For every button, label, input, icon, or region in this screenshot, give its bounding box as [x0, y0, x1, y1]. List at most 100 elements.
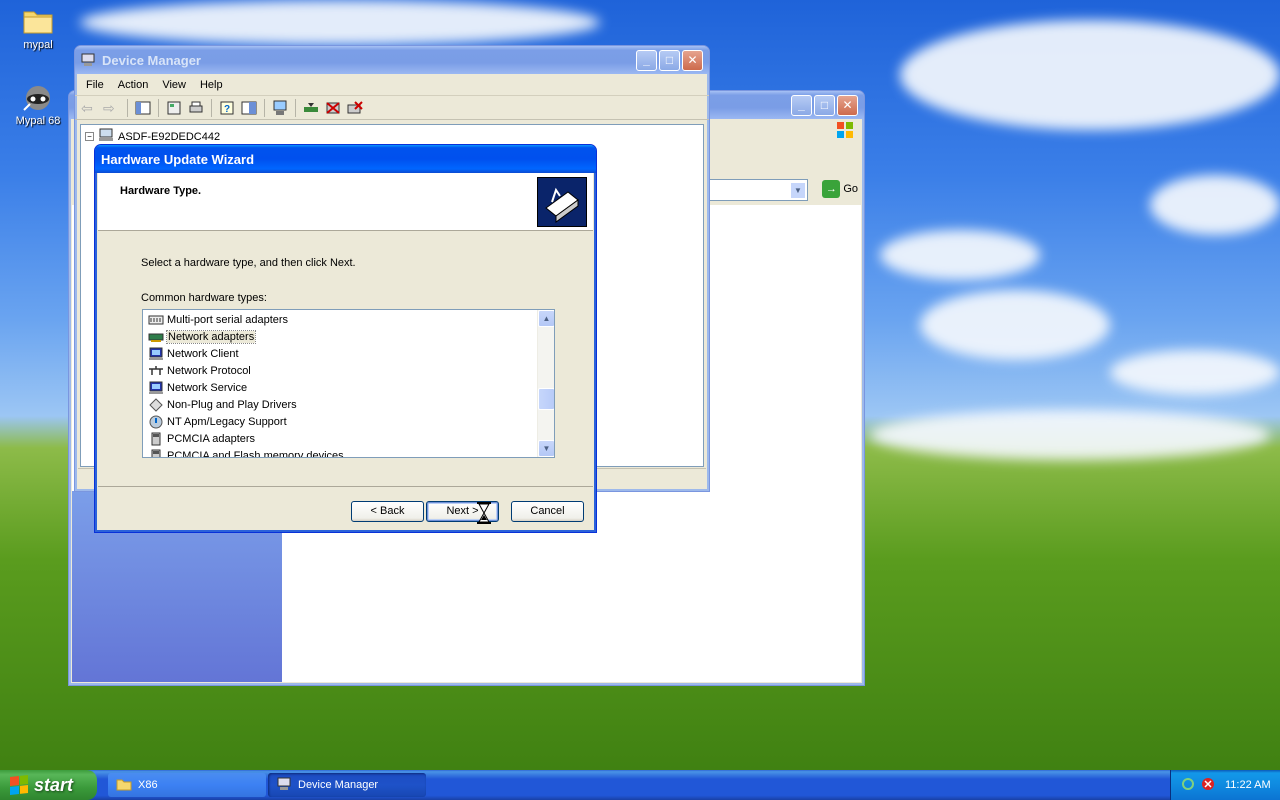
device-manager-icon — [276, 777, 292, 794]
folder-icon — [116, 777, 132, 794]
toolbar-separator — [264, 98, 265, 117]
cloud — [870, 410, 1270, 460]
desktop-icon-label: mypal — [23, 39, 53, 51]
list-item-nt-apm-legacy-support[interactable]: NT Apm/Legacy Support — [143, 413, 537, 430]
taskbar-item-device-manager[interactable]: Device Manager — [268, 773, 426, 797]
list-item-network-client[interactable]: Network Client — [143, 345, 537, 362]
raccoon-app-icon — [22, 82, 54, 112]
serial-port-icon — [148, 313, 164, 327]
scroll-up-arrow[interactable]: ▲ — [538, 310, 554, 327]
tree-root-node[interactable]: − ASDF-E92DEDC442 — [85, 128, 220, 145]
menu-bar: File Action View Help — [75, 74, 709, 96]
desktop-icon-mypal[interactable]: mypal — [8, 6, 68, 51]
svg-text:?: ? — [224, 104, 230, 115]
list-item-pcmcia-and-flash-memory-devices[interactable]: PCMCIA and Flash memory devices — [143, 447, 537, 457]
help-icon[interactable]: ? — [218, 99, 236, 117]
cloud — [920, 290, 1110, 360]
cloud — [900, 20, 1280, 130]
list-item-network-protocol[interactable]: Network Protocol — [143, 362, 537, 379]
wizard-heading: Hardware Type. — [120, 185, 202, 197]
list-item-network-service[interactable]: Network Service — [143, 379, 537, 396]
cancel-button[interactable]: Cancel — [511, 501, 584, 522]
taskbar: start X86 Device Manager 11:22 AM — [0, 770, 1280, 800]
tree-root-label: ASDF-E92DEDC442 — [118, 130, 221, 143]
hardware-update-wizard[interactable]: Hardware Update Wizard Hardware Type. Se… — [94, 144, 597, 533]
list-scrollbar[interactable]: ▲ ▼ — [537, 310, 554, 457]
hardware-wizard-logo-icon — [537, 177, 587, 227]
list-item-pcmcia-adapters[interactable]: PCMCIA adapters — [143, 430, 537, 447]
minimize-button[interactable]: _ — [791, 94, 812, 116]
back-arrow-icon[interactable]: ⇦ — [81, 99, 99, 117]
security-tray-icon[interactable] — [1201, 777, 1215, 794]
scan-hardware-icon[interactable] — [271, 99, 289, 117]
toolbar-separator — [127, 98, 128, 117]
uninstall-device-icon[interactable] — [346, 99, 364, 117]
hardware-types-label: Common hardware types: — [141, 292, 267, 304]
hourglass-cursor-icon — [477, 502, 491, 524]
update-driver-icon[interactable] — [302, 99, 320, 117]
menu-action[interactable]: Action — [111, 79, 156, 91]
maximize-button[interactable]: □ — [814, 94, 835, 116]
go-label: Go — [843, 183, 858, 195]
taskbar-item-label: X86 — [138, 779, 158, 791]
windows-flag-icon — [836, 121, 854, 139]
close-button[interactable]: ✕ — [837, 94, 858, 116]
wizard-instruction: Select a hardware type, and then click N… — [141, 257, 356, 269]
cloud — [880, 230, 1040, 280]
maximize-button[interactable]: □ — [659, 49, 680, 71]
network-client-icon — [148, 347, 164, 361]
minimize-button[interactable]: _ — [636, 49, 657, 71]
forward-arrow-icon[interactable]: ⇨ — [103, 99, 121, 117]
list-items: Multi-port serial adapters Network adapt… — [143, 311, 537, 457]
folder-icon — [22, 6, 54, 36]
menu-file[interactable]: File — [79, 79, 111, 91]
start-button[interactable]: start — [0, 770, 97, 800]
wizard-title: Hardware Update Wizard — [101, 151, 255, 167]
disable-device-icon[interactable] — [324, 99, 342, 117]
window-title: Device Manager — [102, 52, 201, 68]
hardware-types-list[interactable]: Multi-port serial adapters Network adapt… — [142, 309, 555, 458]
cloud — [1150, 175, 1280, 235]
wizard-header: Hardware Type. — [98, 173, 593, 231]
flash-card-icon — [148, 449, 164, 457]
go-arrow-icon: → — [822, 180, 841, 198]
properties-icon[interactable] — [165, 99, 183, 117]
cloud — [80, 0, 600, 45]
address-dropdown-button[interactable]: ▼ — [790, 182, 806, 199]
computer-icon — [98, 128, 114, 145]
show-hide-tree-icon[interactable] — [134, 99, 152, 117]
device-manager-icon — [81, 52, 97, 68]
menu-view[interactable]: View — [155, 79, 193, 91]
list-item-network-adapters[interactable]: Network adapters — [143, 328, 537, 345]
taskbar-item-x86[interactable]: X86 — [108, 773, 266, 797]
scroll-down-arrow[interactable]: ▼ — [538, 440, 554, 457]
print-icon[interactable] — [187, 99, 205, 117]
view-icon[interactable] — [240, 99, 258, 117]
device-manager-titlebar[interactable]: Device Manager _ □ ✕ — [75, 46, 709, 74]
scroll-thumb[interactable] — [538, 388, 554, 410]
close-button[interactable]: ✕ — [682, 49, 703, 71]
network-service-icon — [148, 381, 164, 395]
system-tray: 11:22 AM — [1170, 770, 1280, 800]
power-icon — [148, 415, 164, 429]
list-item-non-plug-and-play-drivers[interactable]: Non-Plug and Play Drivers — [143, 396, 537, 413]
desktop-icon-label: Mypal 68 — [15, 115, 61, 127]
wizard-body: Select a hardware type, and then click N… — [98, 231, 593, 486]
wizard-footer: < Back Next > Cancel — [98, 486, 593, 534]
start-label: start — [34, 774, 74, 795]
wizard-titlebar[interactable]: Hardware Update Wizard — [95, 145, 596, 173]
back-button[interactable]: < Back — [351, 501, 424, 522]
clock[interactable]: 11:22 AM — [1225, 779, 1271, 791]
toolbar-separator — [211, 98, 212, 117]
driver-diamond-icon — [148, 397, 164, 412]
list-item-multi-port-serial-adapters[interactable]: Multi-port serial adapters — [143, 311, 537, 328]
network-card-icon — [148, 330, 164, 344]
go-button[interactable]: → Go — [822, 180, 858, 198]
menu-help[interactable]: Help — [193, 79, 230, 91]
collapse-toggle-icon[interactable]: − — [85, 132, 94, 141]
network-protocol-icon — [148, 364, 164, 378]
desktop-icon-mypal-68[interactable]: Mypal 68 — [8, 82, 68, 127]
cloud — [1110, 350, 1280, 395]
taskbar-item-label: Device Manager — [298, 779, 379, 791]
sync-tray-icon[interactable] — [1181, 777, 1195, 794]
